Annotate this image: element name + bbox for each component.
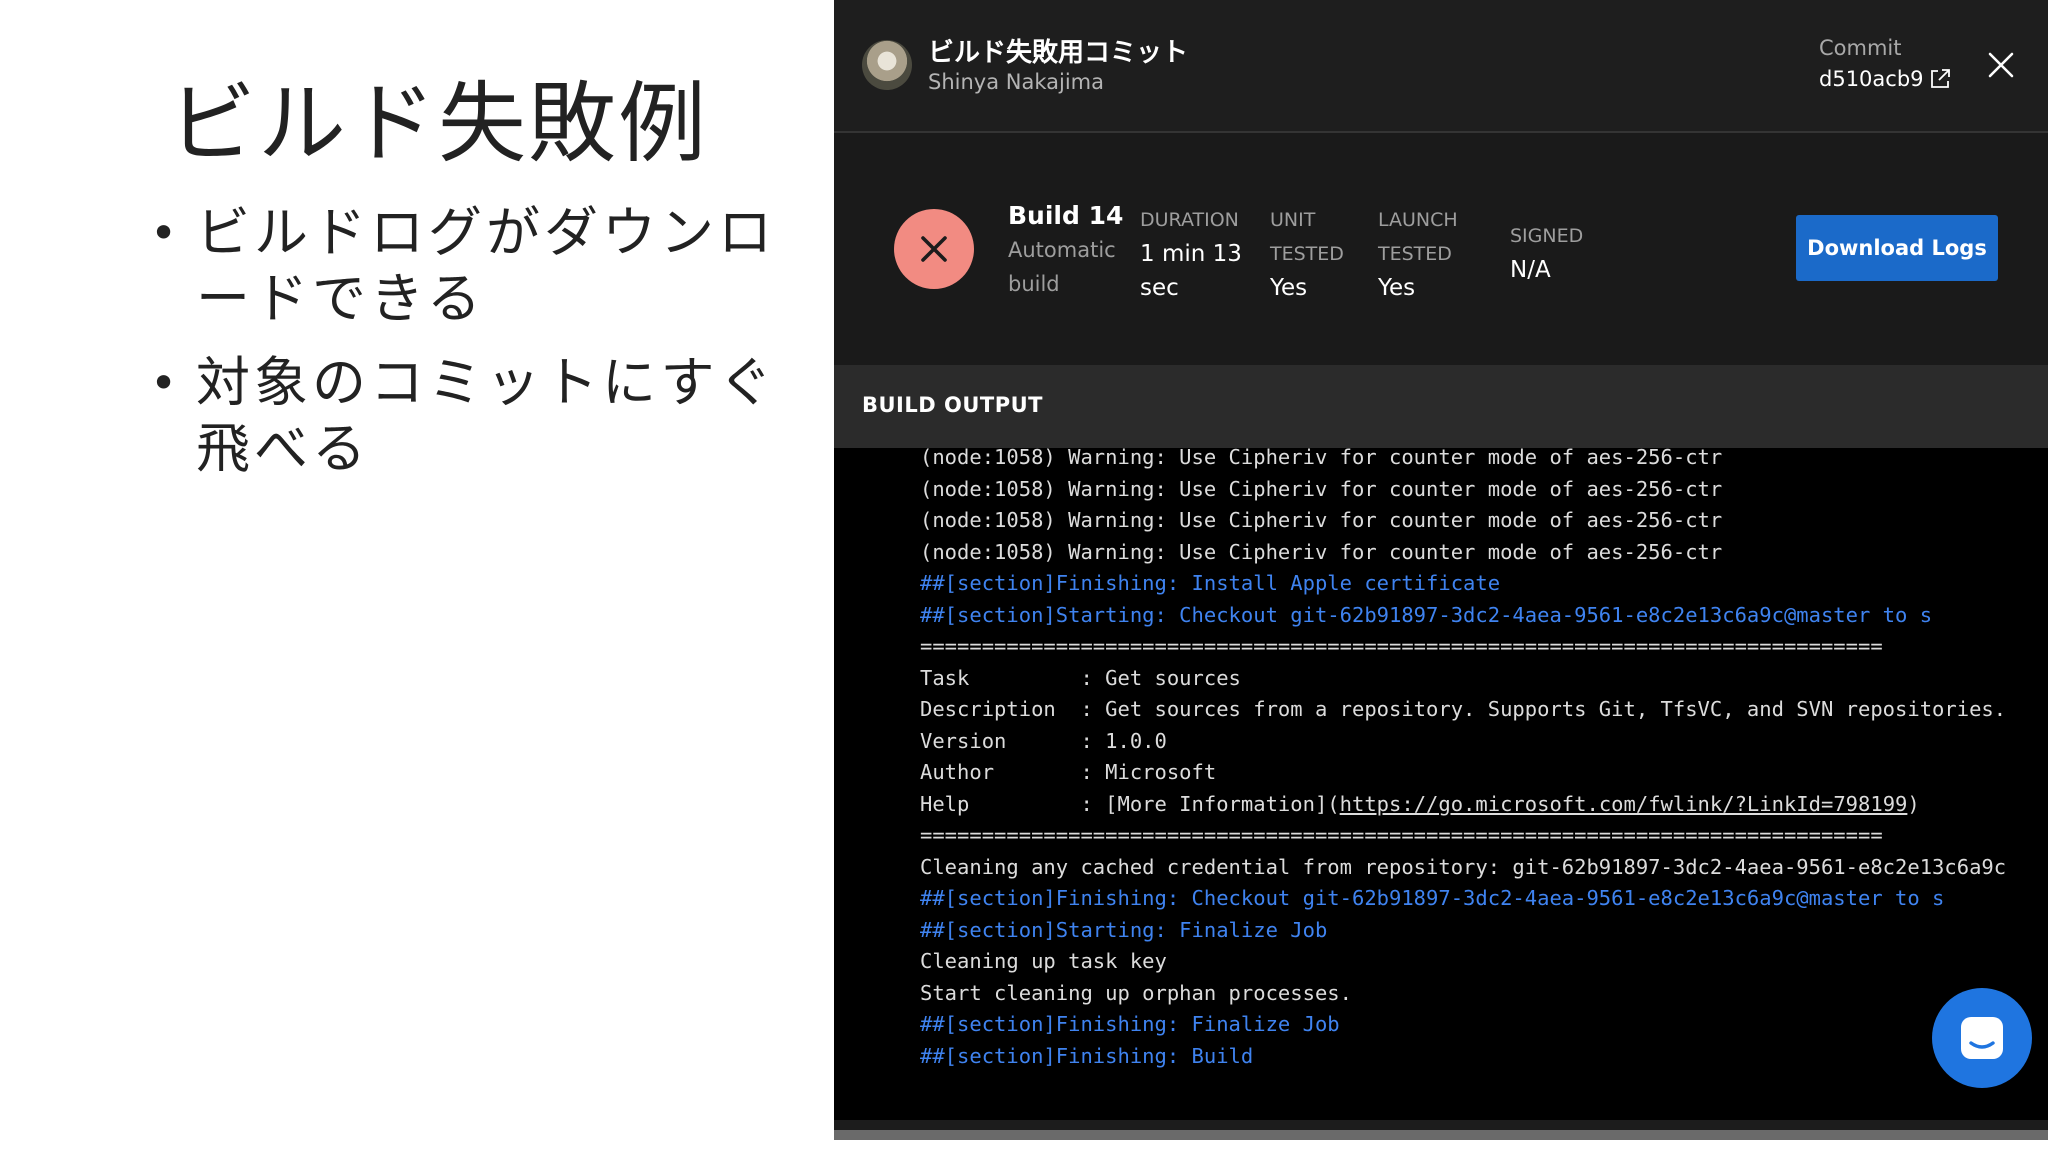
log-line: Task : Get sources bbox=[920, 665, 1241, 690]
log-line-section: ##[section]Starting: Checkout git-62b918… bbox=[920, 602, 1933, 627]
stat-duration: DURATION 1 min 13 sec bbox=[1140, 203, 1280, 305]
log-line: (node:1058) Warning: Use Cipheriv for co… bbox=[920, 539, 1723, 564]
commit-label: Commit bbox=[1819, 36, 1902, 60]
log-line-section: ##[section]Finishing: Checkout git-62b91… bbox=[920, 886, 1945, 910]
stat-value: N/A bbox=[1510, 257, 1551, 283]
log-lines: (node:1058) Warning: Use Cipheriv for co… bbox=[920, 448, 2006, 1072]
commit-hash-link[interactable]: d510acb9 bbox=[1819, 67, 1952, 91]
slide-bullet: • ビルドログがダウンロードできる bbox=[150, 200, 790, 332]
chat-button[interactable] bbox=[1932, 988, 2032, 1088]
slide-bullet-text: 対象のコミットにすぐ飛べる bbox=[196, 351, 777, 480]
slide-title: ビルド失敗例 bbox=[168, 72, 709, 175]
panel-header: ビルド失敗用コミット Shinya Nakajima Commit d510ac… bbox=[834, 0, 2048, 133]
close-button[interactable] bbox=[1984, 48, 2018, 82]
log-line: (node:1058) Warning: Use Cipheriv for co… bbox=[920, 448, 1723, 469]
build-output-header: BUILD OUTPUT bbox=[834, 365, 2048, 448]
stat-unit-tested: UNIT TESTED Yes bbox=[1270, 203, 1360, 305]
bullet-dot-icon: • bbox=[150, 206, 178, 260]
log-line-section: ##[section]Finishing: Finalize Job bbox=[920, 1012, 1340, 1036]
log-line-section: ##[section]Finishing: Install Apple cert… bbox=[920, 571, 1501, 595]
chat-bubble-icon[interactable] bbox=[1955, 1011, 2009, 1065]
build-trigger: Automatic build bbox=[1008, 238, 1116, 296]
build-output-title: BUILD OUTPUT bbox=[862, 393, 1043, 417]
close-icon[interactable] bbox=[1984, 48, 2018, 82]
log-line: Cleaning up task key bbox=[920, 949, 1167, 973]
build-summary: Build 14 Automatic build DURATION 1 min … bbox=[834, 133, 2048, 365]
build-failed-status bbox=[894, 209, 974, 289]
log-line-separator: ========================================… bbox=[920, 823, 1883, 847]
log-line: (node:1058) Warning: Use Cipheriv for co… bbox=[920, 508, 1723, 532]
bullet-dot-icon: • bbox=[150, 356, 178, 410]
stat-label: LAUNCH TESTED bbox=[1378, 209, 1458, 265]
log-line-section: ##[section]Starting: Finalize Job bbox=[920, 917, 1328, 942]
log-help-suffix: ) bbox=[1907, 791, 1920, 816]
commit-meta: Commit d510acb9 bbox=[1819, 36, 1952, 91]
user-avatar bbox=[862, 40, 912, 90]
log-line: Author : Microsoft bbox=[920, 760, 1217, 784]
log-line: Cleaning any cached credential from repo… bbox=[920, 854, 2007, 879]
slide-bullet: • 対象のコミットにすぐ飛べる bbox=[150, 350, 790, 482]
log-line-separator: ========================================… bbox=[920, 634, 1883, 658]
stat-label: SIGNED bbox=[1510, 225, 1584, 247]
stat-launch-tested: LAUNCH TESTED Yes bbox=[1378, 203, 1478, 305]
log-help-link[interactable]: https://go.microsoft.com/fwlink/?LinkId=… bbox=[1340, 792, 1908, 816]
x-icon bbox=[921, 236, 947, 262]
download-logs-button[interactable]: Download Logs bbox=[1796, 215, 1998, 281]
build-log[interactable]: (node:1058) Warning: Use Cipheriv for co… bbox=[834, 448, 2048, 1120]
stat-label: DURATION bbox=[1140, 209, 1239, 231]
build-detail-panel: ビルド失敗用コミット Shinya Nakajima Commit d510ac… bbox=[834, 0, 2048, 1140]
stat-signed: SIGNED N/A bbox=[1510, 219, 1610, 287]
log-line: Description : Get sources from a reposit… bbox=[920, 697, 2007, 721]
slide-bullet-list: • ビルドログがダウンロードできる • 対象のコミットにすぐ飛べる bbox=[150, 200, 790, 500]
log-help-prefix: Help : [More Information]( bbox=[920, 791, 1340, 816]
external-link-icon[interactable] bbox=[1928, 67, 1952, 91]
log-line: Start cleaning up orphan processes. bbox=[920, 980, 1352, 1005]
log-line-help: Help : [More Information](https://go.mic… bbox=[920, 789, 2006, 821]
stat-value: 1 min 13 sec bbox=[1140, 241, 1242, 301]
build-title: Build 14 bbox=[1008, 201, 1124, 230]
log-line: (node:1058) Warning: Use Cipheriv for co… bbox=[920, 476, 1723, 501]
commit-author: Shinya Nakajima bbox=[928, 70, 1104, 94]
commit-title: ビルド失敗用コミット bbox=[928, 38, 1189, 68]
stat-value: Yes bbox=[1378, 275, 1416, 301]
log-line: Version : 1.0.0 bbox=[920, 728, 1167, 753]
slide-bullet-text: ビルドログがダウンロードできる bbox=[196, 201, 776, 330]
stat-value: Yes bbox=[1270, 275, 1308, 301]
commit-hash[interactable]: d510acb9 bbox=[1819, 67, 1924, 91]
stat-label: UNIT TESTED bbox=[1270, 209, 1344, 265]
log-line-section: ##[section]Finishing: Build bbox=[920, 1043, 1254, 1068]
